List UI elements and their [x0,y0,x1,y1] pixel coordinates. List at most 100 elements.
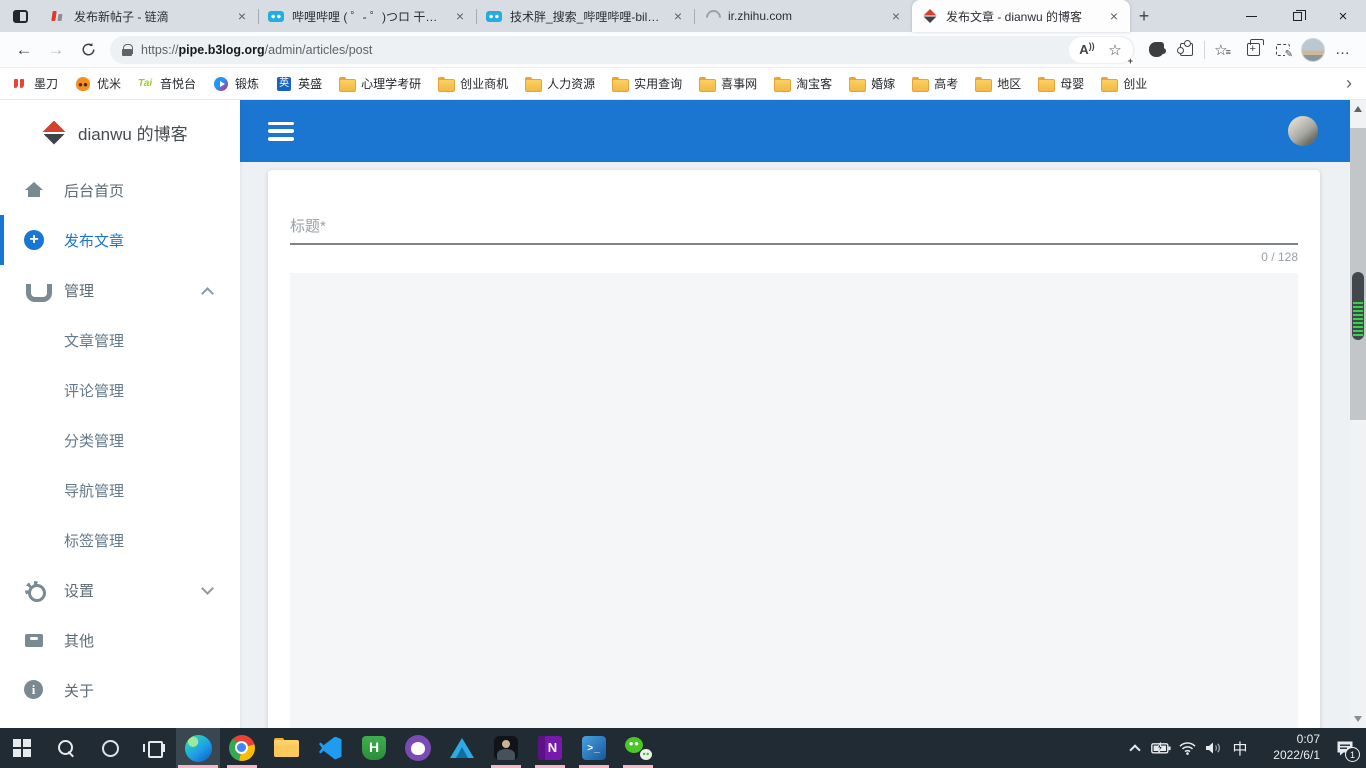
bookmark-item[interactable]: 心理学考研 [339,75,421,92]
clock-time: 0:07 [1296,732,1320,747]
folder-icon [339,76,357,92]
bookmark-item[interactable]: 人力资源 [525,75,595,92]
taskbar-hbuilder-button[interactable] [352,728,396,768]
window-restore-button[interactable] [1274,0,1320,32]
bookmark-item[interactable]: 实用查询 [612,75,682,92]
page-viewport: dianwu 的博客 后台首页发布文章管理文章管理评论管理分类管理导航管理标签管… [0,100,1366,728]
bookmark-item[interactable]: 创业商机 [438,75,508,92]
sidebar-item-评论管理[interactable]: 评论管理 [0,365,240,415]
window-minimize-button[interactable] [1228,0,1274,32]
battery-indicator[interactable] [1148,728,1174,768]
address-bar[interactable]: https://pipe.b3log.org/admin/articles/po… [110,35,1135,65]
taskbar-cortana-button[interactable] [88,728,132,768]
blog-logo[interactable]: dianwu 的博客 [0,100,240,165]
bookmark-item[interactable]: 淘宝客 [774,75,832,92]
taskbar-axure-button[interactable] [440,728,484,768]
article-content-editor[interactable] [290,273,1298,728]
taskbar-start-button[interactable] [0,728,44,768]
tab-close-button[interactable]: × [452,8,468,24]
tab-close-button[interactable]: × [888,8,904,24]
sidebar-item-其他[interactable]: 其他 [0,615,240,665]
bookmarks-overflow-button[interactable]: › [1338,73,1360,94]
toolbar-divider [1204,40,1205,59]
person-app-icon [494,736,518,760]
taskbar-github-button[interactable] [396,728,440,768]
sidebar-item-标签管理[interactable]: 标签管理 [0,515,240,565]
favorites-button[interactable]: ☆≡ [1208,34,1238,66]
web-capture-button[interactable] [1268,34,1298,66]
browser-tab[interactable]: ir.zhihu.com × [694,0,912,32]
browser-tab[interactable]: 发布文章 - dianwu 的博客 × [912,0,1130,32]
user-avatar[interactable] [1288,116,1318,146]
hamburger-menu-button[interactable] [268,121,294,141]
sidebar-item-分类管理[interactable]: 分类管理 [0,415,240,465]
post-form-card: 0 / 128 [268,170,1320,728]
browser-tab[interactable]: 发布新帖子 - 链滴 × [40,0,258,32]
tab-title: 发布新帖子 - 链滴 [74,9,169,24]
bookmark-item[interactable]: 墨刀 [12,75,58,92]
scrollbar-down-arrow[interactable] [1354,716,1362,722]
bookmark-item[interactable]: 婚嫁 [849,75,895,92]
bookmark-item[interactable]: 高考 [912,75,958,92]
collections-button[interactable] [1238,34,1268,66]
tab-close-button[interactable]: × [234,8,250,24]
scrollbar-up-arrow[interactable] [1354,106,1362,112]
new-tab-button[interactable]: + [1130,2,1158,30]
taskbar-wechat-button[interactable] [616,728,660,768]
volume-indicator[interactable] [1200,728,1226,768]
bookmark-item[interactable]: 音悦台 [138,75,196,92]
browser-tab[interactable]: 哔哩哔哩 ( ゜- ゜)つロ 干杯~-bilibili × [258,0,476,32]
tab-close-button[interactable]: × [1106,8,1122,24]
taskbar-search-button[interactable] [44,728,88,768]
back-button[interactable]: ← [8,34,40,66]
wifi-indicator[interactable] [1174,728,1200,768]
tab-actions-menu-button[interactable] [0,0,40,32]
bookmark-item[interactable]: 喜事网 [699,75,757,92]
browser-tab[interactable]: 技术胖_搜索_哔哩哔哩-bilibili × [476,0,694,32]
taskbar-onenote-button[interactable] [528,728,572,768]
browser-tab-strip: 发布新帖子 - 链滴×哔哩哔哩 ( ゜- ゜)つロ 干杯~-bilibili×技… [0,0,1366,32]
notification-center-button[interactable]: 1 [1328,728,1362,768]
bookmark-label: 喜事网 [721,77,758,91]
taskbar-powershell-button[interactable] [572,728,616,768]
ime-indicator[interactable]: 中 [1226,728,1254,768]
bookmark-item[interactable]: 创业 [1101,75,1147,92]
settings-more-button[interactable]: … [1328,34,1358,66]
sidebar-item-导航管理[interactable]: 导航管理 [0,465,240,515]
bookmark-item[interactable]: 地区 [975,75,1021,92]
bookmark-item[interactable]: 锻炼 [213,75,259,92]
browser-profile-button[interactable] [1298,34,1328,66]
sidebar-item-管理[interactable]: 管理 [0,265,240,315]
taskbar-chrome-button[interactable] [220,728,264,768]
sidebar-item-发布文章[interactable]: 发布文章 [0,215,240,265]
taskbar-vscode-button[interactable] [308,728,352,768]
lock-icon[interactable] [122,43,133,56]
taskbar-person-app-button[interactable] [484,728,528,768]
taskbar-task-view-button[interactable] [132,728,176,768]
read-aloud-button[interactable]: A)) [1073,37,1101,63]
refresh-icon [82,42,95,56]
sidebar-item-后台首页[interactable]: 后台首页 [0,165,240,215]
folder-icon [612,76,630,92]
url-text[interactable]: https://pipe.b3log.org/admin/articles/po… [141,43,1069,57]
add-favorite-button[interactable]: ☆ + [1101,37,1133,65]
forward-button[interactable]: → [40,34,72,66]
sidebar-item-设置[interactable]: 设置 [0,565,240,615]
window-close-button[interactable]: × [1320,0,1366,32]
sidebar-item-关于[interactable]: 关于 [0,665,240,715]
tab-close-button[interactable]: × [670,8,686,24]
system-tray: 中 0:07 2022/6/1 1 [1122,728,1366,768]
taskbar-clock[interactable]: 0:07 2022/6/1 [1258,732,1320,763]
sidebar-item-文章管理[interactable]: 文章管理 [0,315,240,365]
bookmark-item[interactable]: 优米 [75,75,121,92]
refresh-button[interactable] [72,34,104,66]
page-scrollbar[interactable] [1350,100,1366,728]
tray-overflow-button[interactable] [1122,728,1148,768]
taskbar-edge-button[interactable] [176,728,220,768]
bookmark-item[interactable]: 英盛 [276,75,322,92]
extensions-button[interactable] [1171,34,1201,66]
evernote-extension-button[interactable] [1141,34,1171,66]
article-title-input[interactable] [290,214,1298,245]
taskbar-file-explorer-button[interactable] [264,728,308,768]
bookmark-item[interactable]: 母婴 [1038,75,1084,92]
